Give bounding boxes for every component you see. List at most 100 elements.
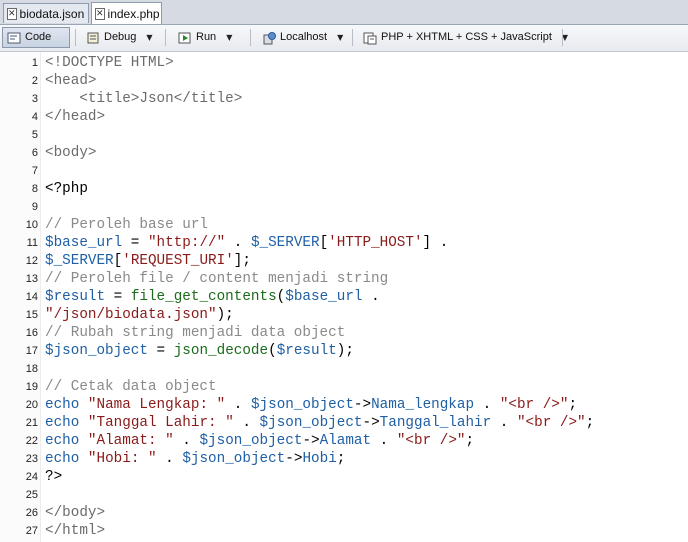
code-line[interactable]: 13 // Peroleh file / content menjadi stri… [0, 270, 688, 288]
code-token: echo [45, 451, 80, 467]
code-token: "Hobi: " [87, 451, 157, 467]
code-line[interactable]: 17 $json_object = json_decode($result); [0, 342, 688, 360]
code-line[interactable]: 11 $base_url = "http://" . $_SERVER['HTTP… [0, 234, 688, 252]
debug-button-label: Debug [104, 31, 137, 43]
code-text: $_SERVER['REQUEST_URI']; [45, 252, 251, 270]
code-token: . [371, 433, 397, 449]
code-token: $base_url [285, 289, 363, 305]
code-text: <?php [45, 180, 88, 198]
code-token: "<br />" [516, 415, 586, 431]
code-line[interactable]: 4 </head> [0, 108, 688, 126]
code-token: . [362, 289, 380, 305]
toolbar: Code Debug ▼ Run ▼ Localhost ▼ PHP + XHT… [0, 25, 688, 52]
code-line[interactable]: 10 // Peroleh base url [0, 216, 688, 234]
code-token: echo [45, 397, 80, 413]
code-text: <title>Json</title> [45, 90, 242, 108]
code-line[interactable]: 19 // Cetak data object [0, 378, 688, 396]
code-editor[interactable]: 1 <!DOCTYPE HTML> 2 <head> 3 <title>Json</ti… [0, 52, 688, 542]
line-number: 23 [25, 453, 38, 465]
code-token: ); [216, 307, 234, 323]
code-token: $result [45, 289, 106, 305]
code-line[interactable]: 5 [0, 126, 688, 144]
code-text: </body> [45, 504, 105, 522]
code-token: $json_object [259, 415, 363, 431]
code-line[interactable]: 1 <!DOCTYPE HTML> [0, 54, 688, 72]
code-token: $json_object [45, 343, 148, 359]
code-token: </html> [45, 523, 106, 539]
code-token: json_decode [173, 343, 269, 359]
code-token: -> [285, 451, 303, 467]
code-text: echo "Alamat: " . $json_object->Alamat .… [45, 432, 474, 450]
code-token: <body> [45, 145, 97, 161]
code-token: . [474, 397, 500, 413]
code-token: echo [45, 415, 80, 431]
code-line[interactable]: 26 </body> [0, 504, 688, 522]
code-token: ; [585, 415, 595, 431]
line-number: 19 [25, 381, 38, 393]
code-token: ); [336, 343, 354, 359]
code-line[interactable]: 15 "/json/biodata.json"); [0, 306, 688, 324]
code-token: "Alamat: " [87, 433, 174, 449]
code-token: "<br />" [396, 433, 466, 449]
chevron-down-icon[interactable]: ▼ [226, 27, 232, 48]
code-line[interactable]: 20 echo "Nama Lengkap: " . $json_object->… [0, 396, 688, 414]
code-text: <body> [45, 144, 96, 162]
toolbar-separator [75, 29, 76, 46]
code-line[interactable]: 3 <title>Json</title> [0, 90, 688, 108]
line-number: 22 [25, 435, 38, 447]
code-line[interactable]: 18 [0, 360, 688, 378]
code-line[interactable]: 7 [0, 162, 688, 180]
run-button[interactable]: Run ▼ [174, 27, 236, 48]
localhost-button[interactable]: Localhost ▼ [258, 27, 347, 48]
code-token: -> [353, 397, 372, 413]
code-token: 'HTTP_HOST' [328, 235, 423, 251]
code-token: [ [319, 235, 329, 251]
code-token: . [491, 415, 517, 431]
code-text: $result = file_get_contents($base_url . [45, 288, 380, 306]
code-line[interactable]: 9 [0, 198, 688, 216]
chevron-down-icon[interactable]: ▼ [337, 27, 343, 48]
code-token: $_SERVER [45, 253, 114, 269]
code-token: $_SERVER [250, 235, 320, 251]
code-token: "Tanggal Lahir: " [87, 415, 234, 431]
code-line[interactable]: 23 echo "Hobi: " . $json_object->Hobi; [0, 450, 688, 468]
tab-index-php[interactable]: ✕ index.php [91, 2, 162, 24]
code-line[interactable]: 12 $_SERVER['REQUEST_URI']; [0, 252, 688, 270]
code-token: // Peroleh file / content menjadi string [45, 271, 389, 287]
chevron-down-icon[interactable]: ▼ [146, 27, 152, 48]
code-line[interactable]: 2 <head> [0, 72, 688, 90]
code-token: ; [568, 397, 578, 413]
code-text: // Peroleh base url [45, 216, 208, 234]
code-line[interactable]: 21 echo "Tanggal Lahir: " . $json_object-… [0, 414, 688, 432]
code-line[interactable]: 25 [0, 486, 688, 504]
code-token: file_get_contents [130, 289, 277, 305]
debug-button[interactable]: Debug ▼ [82, 27, 157, 48]
code-token: "http://" [147, 235, 226, 251]
code-token: <title>Json</title> [45, 91, 243, 107]
code-token: $result [276, 343, 337, 359]
code-token: Tanggal_lahir [379, 415, 492, 431]
code-line[interactable]: 22 echo "Alamat: " . $json_object->Alamat… [0, 432, 688, 450]
code-token: "/json/biodata.json" [45, 307, 217, 323]
code-line[interactable]: 16 // Rubah string menjadi data object [0, 324, 688, 342]
code-token: $json_object [250, 397, 354, 413]
code-line[interactable]: 8 <?php [0, 180, 688, 198]
tab-biodata-json[interactable]: ✕ biodata.json [3, 3, 89, 23]
code-button[interactable]: Code [2, 27, 70, 48]
code-line[interactable]: 24 ?> [0, 468, 688, 486]
code-line[interactable]: 6 <body> [0, 144, 688, 162]
code-text: $base_url = "http://" . $_SERVER['HTTP_H… [45, 234, 448, 252]
code-text: echo "Nama Lengkap: " . $json_object->Na… [45, 396, 577, 414]
language-selector[interactable]: PHP + XHTML + CSS + JavaScript ▼ [359, 27, 572, 48]
code-token: ; [336, 451, 346, 467]
code-text: "/json/biodata.json"); [45, 306, 234, 324]
code-text: // Rubah string menjadi data object [45, 324, 345, 342]
code-line[interactable]: 27 </html> [0, 522, 688, 540]
server-icon [263, 31, 276, 44]
code-token: 'REQUEST_URI' [122, 253, 234, 269]
code-line[interactable]: 14 $result = file_get_contents($base_url … [0, 288, 688, 306]
code-token: . [173, 433, 200, 449]
localhost-button-label: Localhost [280, 31, 328, 43]
